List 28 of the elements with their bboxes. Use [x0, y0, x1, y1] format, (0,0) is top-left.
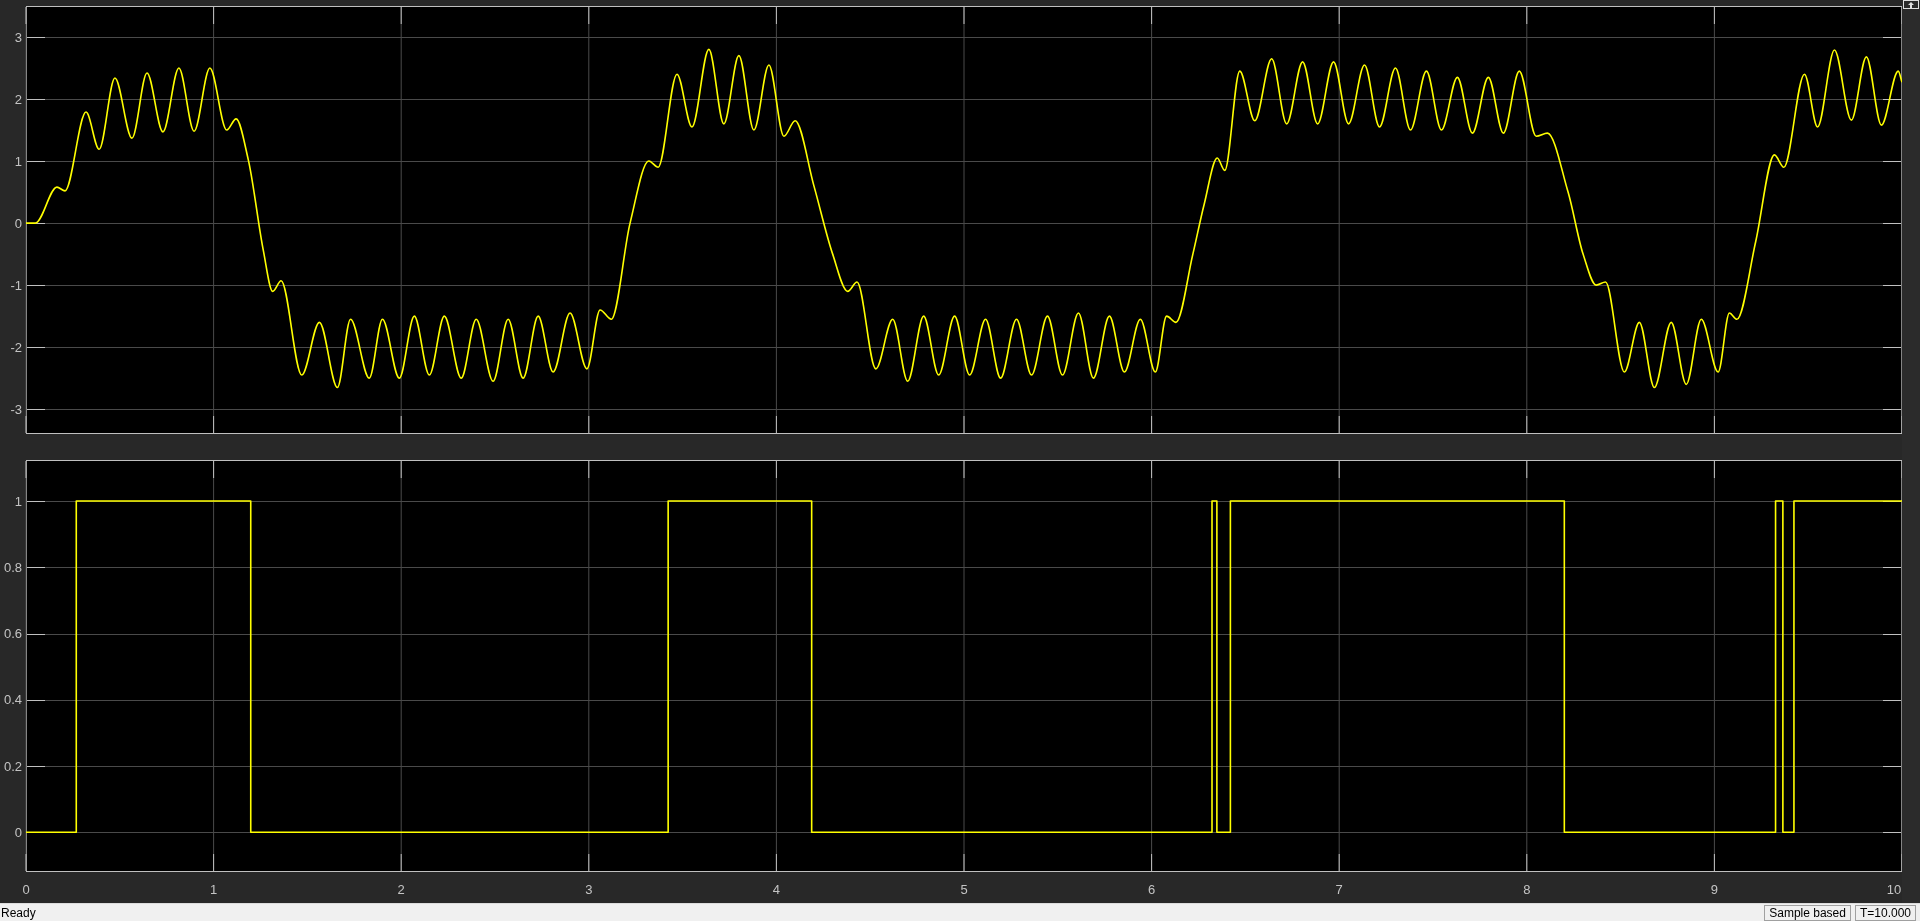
axis-tick-label: 1 — [210, 882, 218, 897]
axis-tick-label: 4 — [772, 882, 780, 897]
axis-tick-label: 0.4 — [3, 692, 22, 708]
axis-tick-label: 2 — [397, 882, 405, 897]
axis-tick-label: 0 — [14, 824, 22, 840]
axis-tick-label: 8 — [1523, 882, 1531, 897]
axis-tick-label: 3 — [585, 882, 593, 897]
axis-tick-label: -3 — [10, 401, 22, 417]
time-readout: T=10.000 — [1854, 904, 1916, 921]
axis-tick-label: 1 — [14, 493, 22, 509]
axis-tick-label: 0.6 — [3, 626, 22, 642]
axis-tick-label: 0.2 — [3, 758, 22, 774]
undock-icon[interactable] — [1903, 0, 1919, 9]
axis-tick-label: 0 — [14, 215, 22, 231]
axis-tick-label: 1 — [14, 153, 22, 169]
axis-tick-label: 0.8 — [3, 559, 22, 575]
axis-tick-label: 5 — [960, 882, 968, 897]
axis-tick-label: 2 — [14, 91, 22, 107]
axis-tick-label: 7 — [1335, 882, 1343, 897]
axis-tick-label: 3 — [14, 29, 22, 45]
status-text: Ready — [1, 904, 37, 921]
axis-tick-label: 10 — [1886, 882, 1902, 897]
axis-tick-label: 0 — [22, 882, 30, 897]
axis-tick-label: -2 — [10, 339, 22, 355]
sample-mode-label: Sample based — [1764, 904, 1851, 921]
axis-tick-label: 6 — [1148, 882, 1156, 897]
axis-tick-label: -1 — [10, 277, 22, 293]
axis-tick-label: 9 — [1710, 882, 1718, 897]
